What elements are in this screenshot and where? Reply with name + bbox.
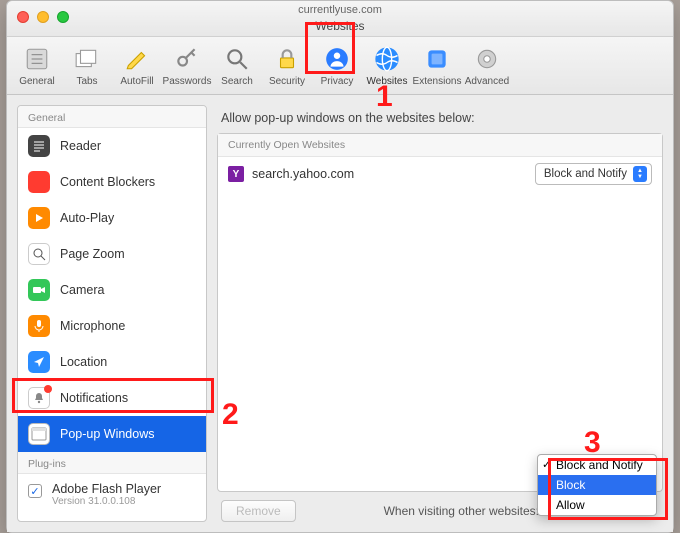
plugin-name: Adobe Flash Player: [52, 482, 161, 496]
toolbar-label: Search: [221, 76, 253, 87]
dropdown-option-block-and-notify[interactable]: ✓ Block and Notify: [538, 455, 656, 475]
toolbar-label: Extensions: [413, 76, 462, 87]
notification-badge: [44, 385, 52, 393]
sidebar-item-notifications[interactable]: Notifications: [18, 380, 206, 416]
sidebar-item-label: Auto-Play: [60, 211, 114, 225]
toolbar-label: General: [19, 76, 55, 87]
row-policy-select[interactable]: Block and Notify ▲▼: [535, 163, 652, 185]
lock-icon: [273, 45, 301, 73]
microphone-icon: [28, 315, 50, 337]
minimize-window-button[interactable]: [37, 11, 49, 23]
plugin-checkbox[interactable]: ✓: [28, 484, 42, 498]
tabs-icon: [73, 45, 101, 73]
footer-label: When visiting other websites:: [384, 504, 539, 518]
toolbar-extensions[interactable]: Extensions: [413, 40, 461, 92]
toolbar-passwords[interactable]: Passwords: [163, 40, 211, 92]
sidebar-item-label: Reader: [60, 139, 101, 153]
table-header: Currently Open Websites: [218, 134, 662, 157]
key-icon: [173, 45, 201, 73]
remove-button[interactable]: Remove: [221, 500, 296, 522]
sidebar-item-label: Notifications: [60, 391, 128, 405]
globe-icon: [373, 45, 401, 73]
toolbar-label: Advanced: [465, 76, 509, 87]
website-domain: search.yahoo.com: [252, 167, 535, 181]
toolbar-general[interactable]: General: [13, 40, 61, 92]
select-arrows-icon: ▲▼: [633, 166, 647, 182]
window-controls: [17, 11, 69, 23]
sidebar-item-label: Camera: [60, 283, 104, 297]
sidebar-plugin-flash[interactable]: ✓ Adobe Flash Player Version 31.0.0.108: [18, 474, 206, 515]
pencil-icon: [123, 45, 151, 73]
toolbar-label: Security: [269, 76, 305, 87]
puzzle-icon: [423, 45, 451, 73]
sidebar-item-popup-windows[interactable]: Pop-up Windows: [18, 416, 206, 452]
toolbar-websites[interactable]: Websites: [363, 40, 411, 92]
close-window-button[interactable]: [17, 11, 29, 23]
bell-icon: [28, 387, 50, 409]
dropdown-option-label: Block: [556, 478, 585, 492]
location-icon: [28, 351, 50, 373]
toolbar-autofill[interactable]: AutoFill: [113, 40, 161, 92]
toolbar-advanced[interactable]: Advanced: [463, 40, 511, 92]
dropdown-option-label: Allow: [556, 498, 585, 512]
titlebar: currentlyuse.com Websites: [7, 1, 673, 37]
dropdown-option-label: Block and Notify: [556, 458, 643, 472]
preferences-toolbar: General Tabs AutoFill Passwords Search: [7, 37, 673, 95]
sidebar-item-label: Pop-up Windows: [60, 427, 155, 441]
toolbar-label: Privacy: [321, 76, 354, 87]
sidebar-item-auto-play[interactable]: Auto-Play: [18, 200, 206, 236]
sidebar-item-label: Microphone: [60, 319, 125, 333]
sidebar-item-reader[interactable]: Reader: [18, 128, 206, 164]
reader-icon: [28, 135, 50, 157]
window-icon: [28, 423, 50, 445]
toolbar-label: Tabs: [76, 76, 97, 87]
main-heading: Allow pop-up windows on the websites bel…: [217, 105, 663, 133]
sidebar-item-microphone[interactable]: Microphone: [18, 308, 206, 344]
sidebar: General Reader Content Blockers Auto-Pla…: [17, 105, 207, 522]
play-icon: [28, 207, 50, 229]
window-url: currentlyuse.com: [7, 1, 673, 17]
toolbar-label: Websites: [367, 76, 408, 87]
websites-table: Currently Open Websites Y search.yahoo.c…: [217, 133, 663, 492]
sidebar-item-label: Page Zoom: [60, 247, 125, 261]
sidebar-item-location[interactable]: Location: [18, 344, 206, 380]
default-policy-dropdown[interactable]: ✓ Block and Notify Block Allow: [537, 454, 657, 516]
sidebar-section-plugins: Plug-ins: [18, 452, 206, 474]
toolbar-search[interactable]: Search: [213, 40, 261, 92]
stop-icon: [28, 171, 50, 193]
sidebar-item-label: Location: [60, 355, 107, 369]
window-title: Websites: [7, 17, 673, 35]
preferences-window: currentlyuse.com Websites General Tabs A…: [6, 0, 674, 533]
gear-icon: [23, 45, 51, 73]
table-row[interactable]: Y search.yahoo.com Block and Notify ▲▼: [218, 157, 662, 191]
dropdown-option-block[interactable]: Block: [538, 475, 656, 495]
advanced-gear-icon: [473, 45, 501, 73]
toolbar-label: Passwords: [163, 76, 212, 87]
toolbar-privacy[interactable]: Privacy: [313, 40, 361, 92]
checkmark-icon: ✓: [542, 458, 551, 471]
toolbar-label: AutoFill: [120, 76, 153, 87]
sidebar-item-page-zoom[interactable]: Page Zoom: [18, 236, 206, 272]
sidebar-item-camera[interactable]: Camera: [18, 272, 206, 308]
row-policy-value: Block and Notify: [544, 168, 627, 180]
sidebar-section-general: General: [18, 106, 206, 128]
camera-icon: [28, 279, 50, 301]
zoom-icon: [28, 243, 50, 265]
toolbar-tabs[interactable]: Tabs: [63, 40, 111, 92]
privacy-icon: [323, 45, 351, 73]
toolbar-security[interactable]: Security: [263, 40, 311, 92]
plugin-version: Version 31.0.0.108: [52, 496, 161, 507]
dropdown-option-allow[interactable]: Allow: [538, 495, 656, 515]
sidebar-item-content-blockers[interactable]: Content Blockers: [18, 164, 206, 200]
yahoo-favicon-icon: Y: [228, 166, 244, 182]
sidebar-item-label: Content Blockers: [60, 175, 155, 189]
zoom-window-button[interactable]: [57, 11, 69, 23]
search-icon: [223, 45, 251, 73]
